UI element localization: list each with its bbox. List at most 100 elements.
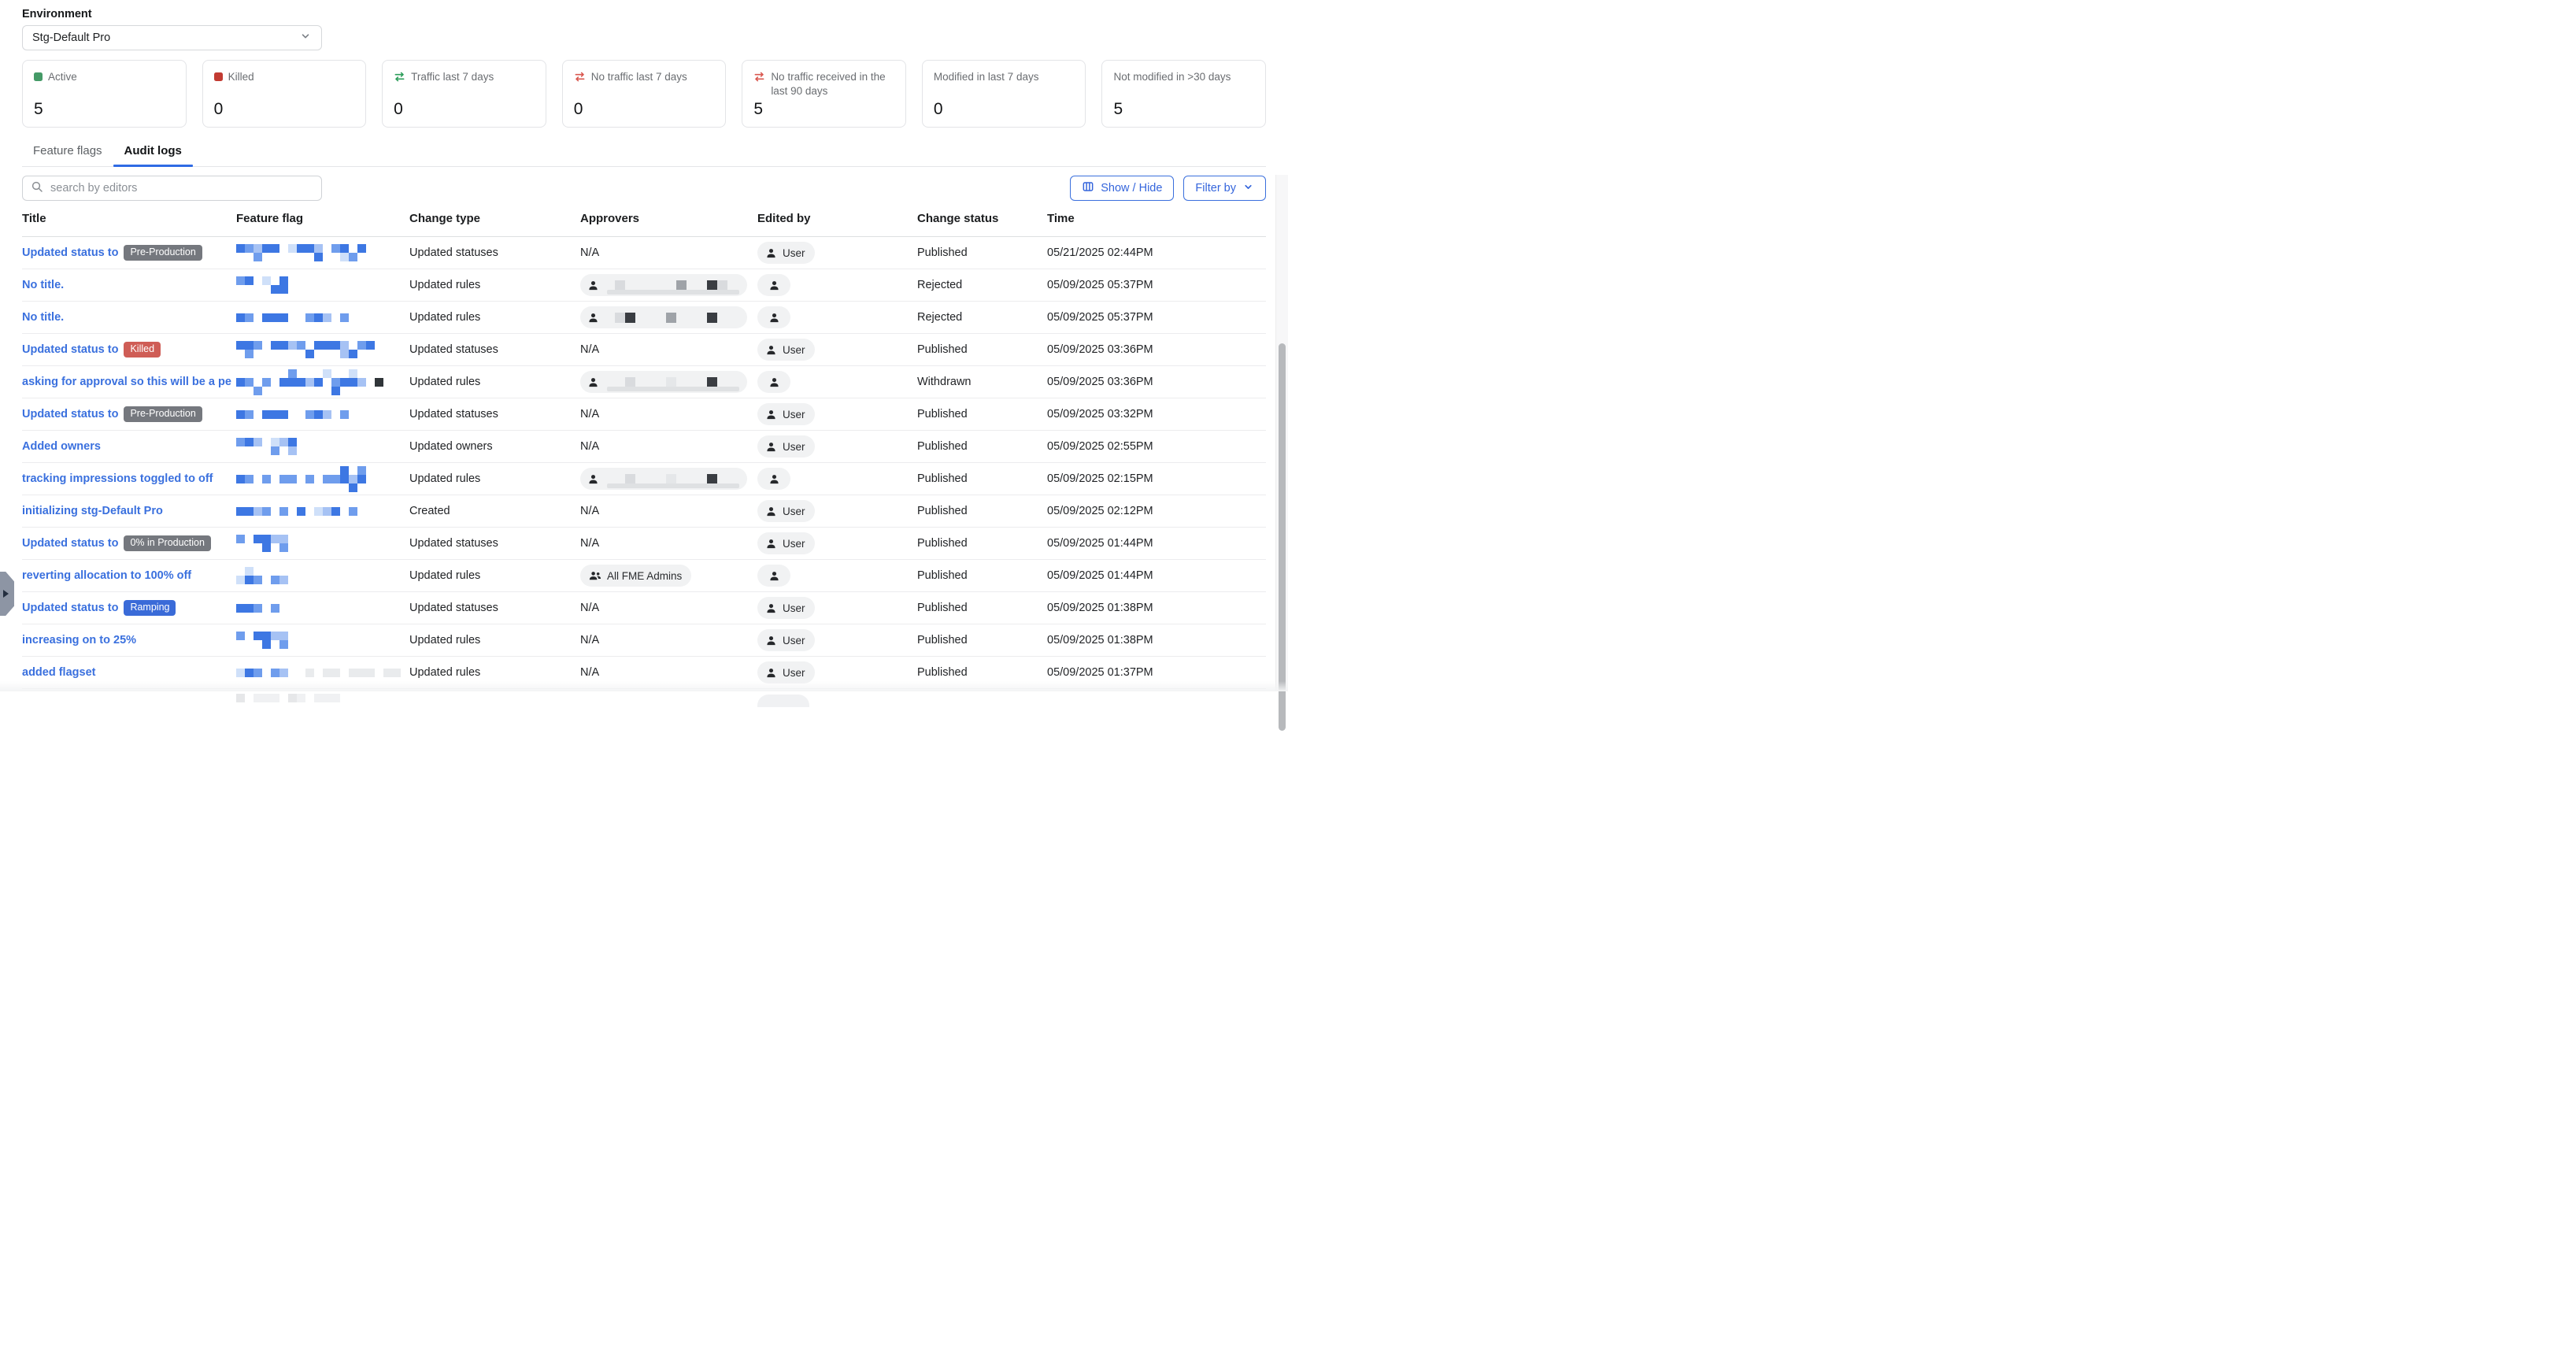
edited-by-cell xyxy=(757,274,917,296)
edited-by-cell: User xyxy=(757,500,917,522)
feature-flag-redacted xyxy=(236,341,409,358)
table-row: initializing stg-Default Pro Created N/A… xyxy=(22,495,1266,528)
stat-value: 0 xyxy=(934,101,1075,117)
search-input[interactable] xyxy=(49,181,313,195)
person-icon xyxy=(587,376,599,388)
table-row-partial xyxy=(22,689,1266,721)
user-avatar-chip xyxy=(757,306,790,328)
row-title-link[interactable]: Updated status to xyxy=(22,602,118,614)
feature-flag-redacted xyxy=(236,669,409,677)
traffic-arrows-icon xyxy=(574,71,586,83)
person-icon xyxy=(768,312,780,324)
user-avatar-chip xyxy=(757,565,790,587)
person-icon xyxy=(765,506,777,517)
status-badge xyxy=(142,638,154,643)
edited-by-cell: User xyxy=(757,403,917,425)
status-badge: 0% in Production xyxy=(124,535,211,551)
user-chip-sliver xyxy=(757,695,809,707)
status-badge xyxy=(69,283,82,288)
row-title-link[interactable]: asking for approval so this will be a pe xyxy=(22,376,231,388)
change-status: Published xyxy=(917,472,1047,485)
row-title-link[interactable]: Updated status to xyxy=(22,246,118,259)
status-badge: Pre-Production xyxy=(124,245,202,261)
stat-label: Traffic last 7 days xyxy=(411,70,494,84)
search-box[interactable] xyxy=(22,176,322,201)
user-chip-label: User xyxy=(783,602,805,614)
approvers-cell xyxy=(580,274,757,296)
table-row: Updated status to Ramping Updated status… xyxy=(22,592,1266,624)
approvers-cell: N/A xyxy=(580,505,757,517)
scrollbar-thumb[interactable] xyxy=(1279,343,1286,731)
filter-by-button[interactable]: Filter by xyxy=(1183,176,1266,201)
user-avatar-chip xyxy=(757,468,790,490)
edited-by-cell: User xyxy=(757,597,917,619)
stat-card: No traffic last 7 days 0 xyxy=(562,60,727,128)
approvers-na: N/A xyxy=(580,634,599,646)
scrollbar-track xyxy=(1275,175,1288,691)
stat-card: No traffic received in the last 90 days … xyxy=(742,60,906,128)
row-title-link[interactable]: No title. xyxy=(22,311,64,324)
table-row: asking for approval so this will be a pe… xyxy=(22,366,1266,398)
user-chip-label: User xyxy=(783,538,805,550)
change-type: Updated owners xyxy=(409,440,580,453)
approvers-na: N/A xyxy=(580,440,599,453)
row-title-link[interactable]: tracking impressions toggled to off xyxy=(22,472,213,485)
row-title-link[interactable]: increasing on to 25% xyxy=(22,634,136,646)
time: 05/09/2025 03:36PM xyxy=(1047,376,1266,388)
approver-redacted-chip xyxy=(580,306,747,328)
row-title-link[interactable]: Updated status to xyxy=(22,343,118,356)
change-status: Published xyxy=(917,537,1047,550)
stat-icon xyxy=(574,71,586,83)
stat-value: 0 xyxy=(394,101,535,117)
row-title-link[interactable]: reverting allocation to 100% off xyxy=(22,569,191,582)
row-title-link[interactable]: added flagset xyxy=(22,666,95,679)
approvers-cell: N/A xyxy=(580,602,757,614)
feature-flag-redacted xyxy=(236,313,409,322)
row-title-link[interactable]: Updated status to xyxy=(22,537,118,550)
person-icon xyxy=(765,247,777,259)
show-hide-columns-button[interactable]: Show / Hide xyxy=(1070,176,1174,201)
approvers-na: N/A xyxy=(580,537,599,550)
row-title-link[interactable]: Added owners xyxy=(22,440,101,453)
tab-audit-logs[interactable]: Audit logs xyxy=(113,137,193,166)
column-header-change-status: Change status xyxy=(917,212,1047,225)
row-title-link[interactable]: initializing stg-Default Pro xyxy=(22,505,163,517)
change-status: Published xyxy=(917,569,1047,582)
feature-flag-redacted xyxy=(236,507,409,516)
status-badge xyxy=(101,670,113,676)
time: 05/09/2025 03:32PM xyxy=(1047,408,1266,420)
approvers-na: N/A xyxy=(580,343,599,356)
approvers-cell xyxy=(580,306,757,328)
user-chip-label: User xyxy=(783,344,805,356)
stat-card: Traffic last 7 days 0 xyxy=(382,60,546,128)
tab-feature-flags[interactable]: Feature flags xyxy=(22,137,113,166)
environment-select[interactable]: Stg-Default Pro xyxy=(22,25,322,50)
table-row: reverting allocation to 100% off Updated… xyxy=(22,560,1266,592)
table-row: Updated status to Killed Updated statuse… xyxy=(22,334,1266,366)
chevron-down-icon xyxy=(1242,181,1254,196)
approvers-na: N/A xyxy=(580,602,599,614)
approvers-cell: N/A xyxy=(580,246,757,259)
table-body: Updated status to Pre-Production Updated… xyxy=(22,237,1266,721)
people-icon xyxy=(588,570,601,581)
column-header-title: Title xyxy=(22,212,236,225)
stat-icon xyxy=(214,71,223,81)
edited-by-cell xyxy=(757,306,917,328)
feature-flag-redacted xyxy=(236,535,409,552)
edited-by-cell xyxy=(757,565,917,587)
user-chip: User xyxy=(757,532,815,554)
row-title-link[interactable]: No title. xyxy=(22,279,64,291)
approvers-cell: N/A xyxy=(580,408,757,420)
time: 05/09/2025 05:37PM xyxy=(1047,311,1266,324)
approvers-cell: All FME Admins xyxy=(580,565,757,587)
change-status: Published xyxy=(917,505,1047,517)
user-avatar-chip xyxy=(757,371,790,393)
change-type: Updated statuses xyxy=(409,408,580,420)
approvers-cell: N/A xyxy=(580,666,757,679)
edited-by-cell: User xyxy=(757,532,917,554)
status-badge xyxy=(219,476,231,482)
row-title-link[interactable]: Updated status to xyxy=(22,408,118,420)
status-badge xyxy=(69,315,82,320)
column-header-feature-flag: Feature flag xyxy=(236,212,409,225)
tabs-bar: Feature flagsAudit logs xyxy=(22,137,1266,167)
